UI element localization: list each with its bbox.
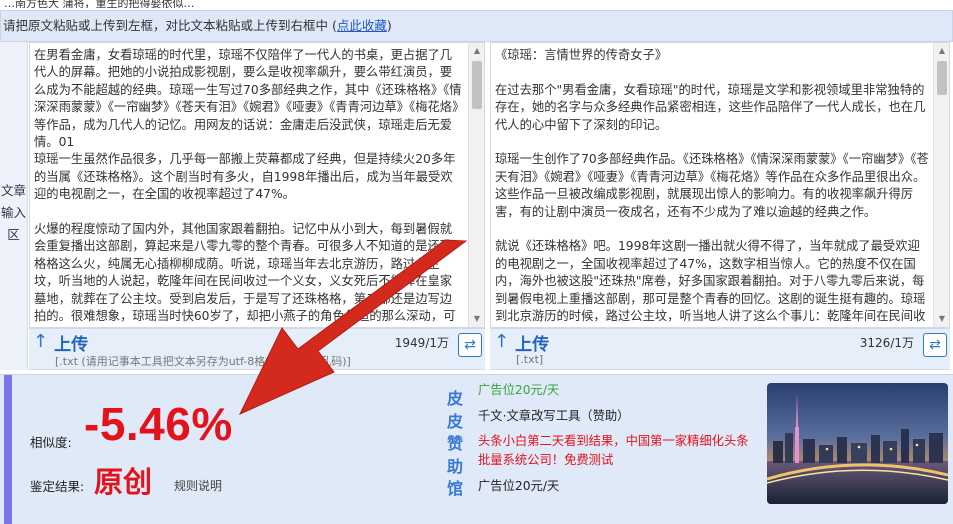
sponsor-title-char: 皮 xyxy=(446,389,463,408)
ad-slot-link[interactable]: 广告位20元/天 xyxy=(478,380,559,398)
compare-char-count: 3126/1万 xyxy=(859,336,914,350)
upload-arrow-icon: ↑ xyxy=(33,331,49,352)
compare-upload-row: ↑ 上传 [.txt] 3126/1万 ⇄ xyxy=(490,328,950,370)
input-area-label-line2: 输入 xyxy=(0,205,26,220)
compare-upload-label: 上传 xyxy=(515,334,550,355)
rules-link[interactable]: 规则说明 xyxy=(174,477,222,494)
swap-icon[interactable]: ⇄ xyxy=(458,333,482,357)
scroll-up-arrow-icon[interactable]: ▲ xyxy=(934,43,950,59)
sponsor-title-char: 赞 xyxy=(446,434,463,453)
scroll-thumb[interactable] xyxy=(472,61,482,109)
similarity-value: -5.46% xyxy=(84,398,233,450)
input-area-label-line1: 文章 xyxy=(0,183,26,198)
original-char-count: 1949/1万 xyxy=(394,336,449,350)
instruction-text: 请把原文粘贴或上传到左框，对比文本粘贴或上传到右框中 xyxy=(3,18,329,33)
original-upload-hint: [.txt (请用记事本工具把文本另存为utf-8格式，否则会乱码)] xyxy=(55,355,351,368)
rewrite-tool-link[interactable]: 千文·文章改写工具（赞助） xyxy=(478,406,629,424)
compare-upload-button[interactable]: ↑ 上传 xyxy=(494,331,550,355)
bookmark-link-close: ) xyxy=(386,18,392,33)
top-strip-text: …南方色大 蒲将，重生的把得娶依似… xyxy=(4,0,195,8)
sponsor-title: 皮 皮 赞 助 馆 xyxy=(445,388,465,501)
original-text-scrollbar[interactable]: ▲ ▼ xyxy=(468,43,484,327)
original-upload-button[interactable]: ↑ 上传 xyxy=(33,331,89,355)
compare-text-scrollbar[interactable]: ▲ ▼ xyxy=(933,43,949,327)
verdict-label: 鉴定结果: xyxy=(30,479,85,494)
original-upload-row: ↑ 上传 [.txt (请用记事本工具把文本另存为utf-8格式，否则会乱码)]… xyxy=(29,328,485,370)
similarity-label: 相似度: xyxy=(30,435,72,450)
compare-upload-hint: [.txt] xyxy=(516,353,544,366)
input-area-label-line3: 区 xyxy=(7,227,20,242)
original-text-pane[interactable]: 在男看金庸，女看琼瑶的时代里，琼瑶不仅陪伴了一代人的书桌，更占据了几代人的屏幕。… xyxy=(29,42,485,328)
top-strip: …南方色大 蒲将，重生的把得娶依似… xyxy=(0,0,953,8)
scroll-up-arrow-icon[interactable]: ▲ xyxy=(469,43,485,59)
city-skyline-image xyxy=(767,383,948,504)
upload-arrow-icon: ↑ xyxy=(494,331,510,352)
instruction-bar: 请把原文粘贴或上传到左框，对比文本粘贴或上传到右框中 (点此收藏) xyxy=(0,10,953,42)
result-panel: 相似度: -5.46% 鉴定结果: 原创 规则说明 xyxy=(28,375,450,524)
result-accent-bar xyxy=(4,375,12,524)
city-promo-image[interactable] xyxy=(767,383,948,504)
original-upload-label: 上传 xyxy=(54,334,89,355)
scroll-down-arrow-icon[interactable]: ▼ xyxy=(469,311,485,327)
sponsor-title-char: 助 xyxy=(446,456,463,476)
scroll-thumb[interactable] xyxy=(937,61,947,95)
verdict-value: 原创 xyxy=(94,465,153,499)
original-text-area[interactable]: 在男看金庸，女看琼瑶的时代里，琼瑶不仅陪伴了一代人的书桌，更占据了几代人的屏幕。… xyxy=(30,43,468,327)
scroll-down-arrow-icon[interactable]: ▼ xyxy=(934,311,950,327)
swap-icon[interactable]: ⇄ xyxy=(923,333,947,357)
bookmark-link[interactable]: 点此收藏 xyxy=(337,18,387,33)
compare-text-area[interactable]: 《琼瑶：言情世界的传奇女子》 在过去那个"男看金庸，女看琼瑶"的时代，琼瑶是文学… xyxy=(491,43,933,327)
sponsor-title-char: 馆 xyxy=(446,479,463,498)
promo-ad-link[interactable]: 头条小白第二天看到结果，中国第一家精细化头条批量系统公司！免费测试 xyxy=(478,432,760,469)
sponsor-title-char: 皮 xyxy=(446,411,463,431)
input-area-label: 文章 输入 区 xyxy=(0,42,28,370)
compare-text-pane[interactable]: 《琼瑶：言情世界的传奇女子》 在过去那个"男看金庸，女看琼瑶"的时代，琼瑶是文学… xyxy=(490,42,950,328)
ad-slot-link[interactable]: 广告位20元/天 xyxy=(478,476,559,494)
